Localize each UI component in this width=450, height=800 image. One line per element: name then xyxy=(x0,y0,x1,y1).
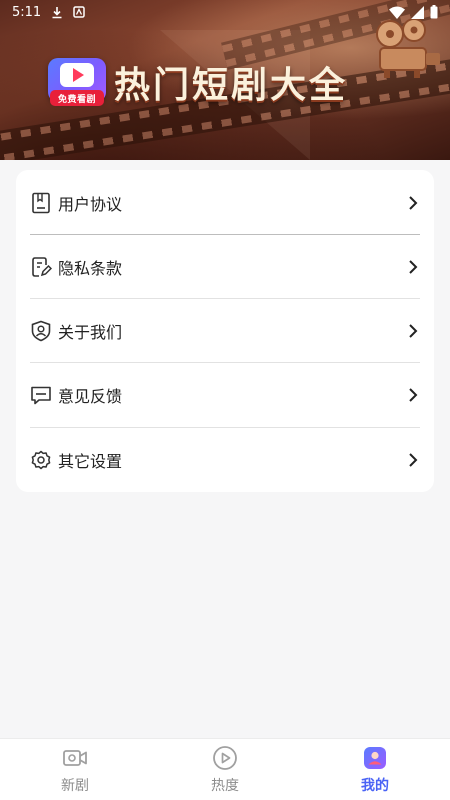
gear-icon xyxy=(31,450,51,470)
menu-item-label: 意见反馈 xyxy=(58,387,123,406)
tab-label: 新剧 xyxy=(61,778,89,794)
settings-menu-card: 用户协议 隐私条款 关于我们 意见反馈 其它设置 xyxy=(16,170,434,492)
notification-app-icon xyxy=(73,6,85,18)
chevron-right-icon xyxy=(409,196,418,210)
chevron-right-icon xyxy=(409,453,418,467)
tab-mine[interactable]: 我的 xyxy=(300,739,450,800)
menu-item-privacy-policy[interactable]: 隐私条款 xyxy=(30,235,420,299)
menu-item-label: 隐私条款 xyxy=(58,259,123,278)
play-icon xyxy=(60,63,94,87)
film-projector-icon xyxy=(376,18,440,78)
menu-item-about-us[interactable]: 关于我们 xyxy=(30,299,420,363)
tab-new-drama[interactable]: 新剧 xyxy=(0,739,150,800)
chevron-right-icon xyxy=(409,324,418,338)
document-edit-icon xyxy=(32,257,52,277)
status-bar: 5:11 xyxy=(0,0,450,24)
banner-title: 热门短剧大全 xyxy=(114,64,349,106)
tab-label: 我的 xyxy=(361,778,389,794)
download-icon xyxy=(52,6,62,18)
book-icon xyxy=(32,192,50,214)
signal-icon xyxy=(411,5,424,19)
chat-bubble-icon xyxy=(31,386,51,405)
battery-icon xyxy=(430,5,438,19)
menu-item-label: 用户协议 xyxy=(58,195,123,214)
chevron-right-icon xyxy=(409,388,418,402)
profile-icon xyxy=(364,747,386,769)
menu-item-label: 关于我们 xyxy=(58,323,123,342)
tab-label: 热度 xyxy=(211,778,239,794)
wifi-icon xyxy=(389,6,405,19)
menu-item-user-agreement[interactable]: 用户协议 xyxy=(30,171,420,235)
status-time: 5:11 xyxy=(12,4,42,20)
menu-item-other-settings[interactable]: 其它设置 xyxy=(30,428,420,492)
bottom-tab-bar: 新剧 热度 我的 xyxy=(0,738,450,800)
app-logo: 免费看剧 xyxy=(48,58,106,106)
shield-user-icon xyxy=(31,320,51,342)
play-circle-icon xyxy=(213,746,237,770)
menu-item-feedback[interactable]: 意见反馈 xyxy=(30,363,420,427)
header-banner: 免费看剧 热门短剧大全 xyxy=(0,0,450,160)
menu-item-label: 其它设置 xyxy=(58,452,123,471)
app-logo-tag: 免费看剧 xyxy=(50,90,104,106)
video-camera-icon xyxy=(63,750,87,766)
tab-hot[interactable]: 热度 xyxy=(150,739,300,800)
chevron-right-icon xyxy=(409,260,418,274)
